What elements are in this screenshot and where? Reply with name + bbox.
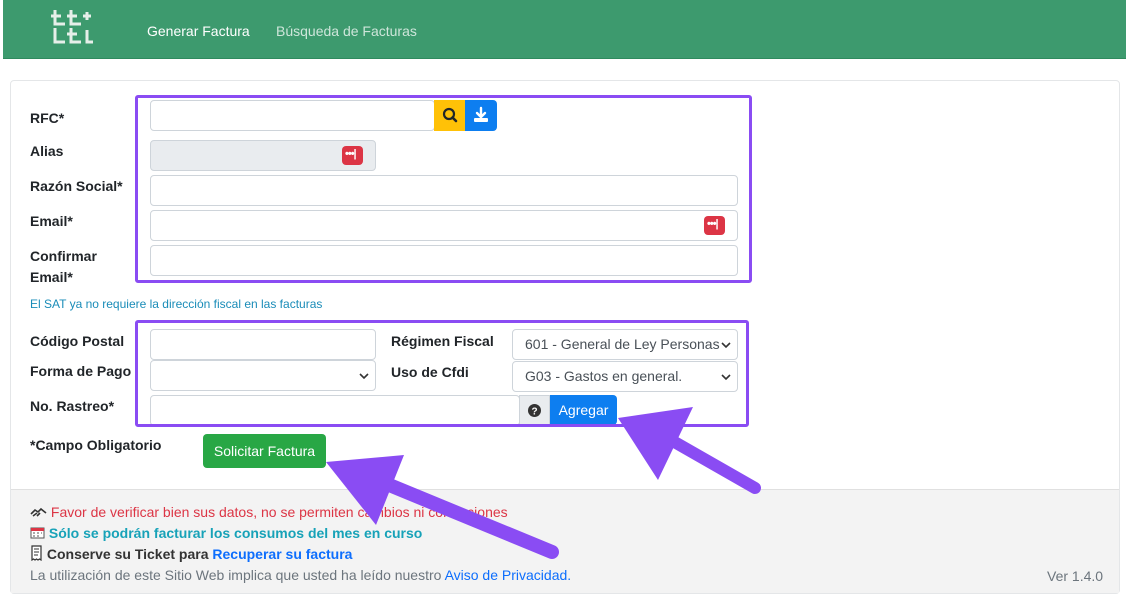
handshake-icon (30, 507, 47, 517)
confirm-email-label-line1: Confirmar (30, 248, 97, 264)
footer-ticket-prefix: Conserve su Ticket para (46, 546, 209, 562)
footer-privacy-suffix: . (567, 567, 572, 583)
logo-icon[interactable] (49, 6, 95, 46)
codigo-postal-label: Código Postal (30, 333, 125, 349)
email-label: Email* (30, 213, 73, 229)
version-label: Ver 1.4.0 (1047, 568, 1104, 584)
footer-privacy-line: La utilización de este Sitio Web implica… (30, 566, 571, 584)
razon-social-label: Razón Social* (30, 178, 123, 194)
receipt-icon (31, 545, 42, 562)
solicitar-factura-button[interactable]: Solicitar Factura (203, 434, 326, 468)
highlight-box-fiscal (135, 320, 749, 427)
nav-busqueda-facturas[interactable]: Búsqueda de Facturas (276, 23, 417, 39)
footer-warning-line: Favor de verificar bien sus datos, no se… (30, 503, 508, 521)
rastreo-label: No. Rastreo* (30, 398, 115, 414)
recuperar-factura-link[interactable]: Recuperar su factura (212, 546, 352, 562)
alias-label: Alias (30, 143, 64, 159)
footer-consumo-line: Sólo se podrán facturar los consumos del… (30, 524, 422, 542)
rfc-label: RFC* (30, 110, 65, 126)
top-navbar: Generar Factura Búsqueda de Facturas (3, 0, 1126, 59)
nav-generar-factura[interactable]: Generar Factura (147, 23, 250, 39)
aviso-privacidad-link[interactable]: Aviso de Privacidad (445, 567, 568, 583)
footer-warning-text: Favor de verificar bien sus datos, no se… (50, 504, 508, 520)
footer-ticket-line: Conserve su Ticket para Recuperar su fac… (30, 545, 352, 563)
footer-privacy-prefix: La utilización de este Sitio Web implica… (30, 567, 442, 583)
confirm-email-label-line2: Email* (30, 269, 73, 285)
sat-note: El SAT ya no requiere la dirección fisca… (30, 297, 323, 311)
highlight-box-personal (135, 95, 752, 283)
calendar-icon (30, 527, 45, 539)
forma-pago-label: Forma de Pago (30, 363, 132, 379)
required-note: *Campo Obligatorio (30, 437, 162, 453)
footer-consumo-text: Sólo se podrán facturar los consumos del… (48, 525, 423, 541)
